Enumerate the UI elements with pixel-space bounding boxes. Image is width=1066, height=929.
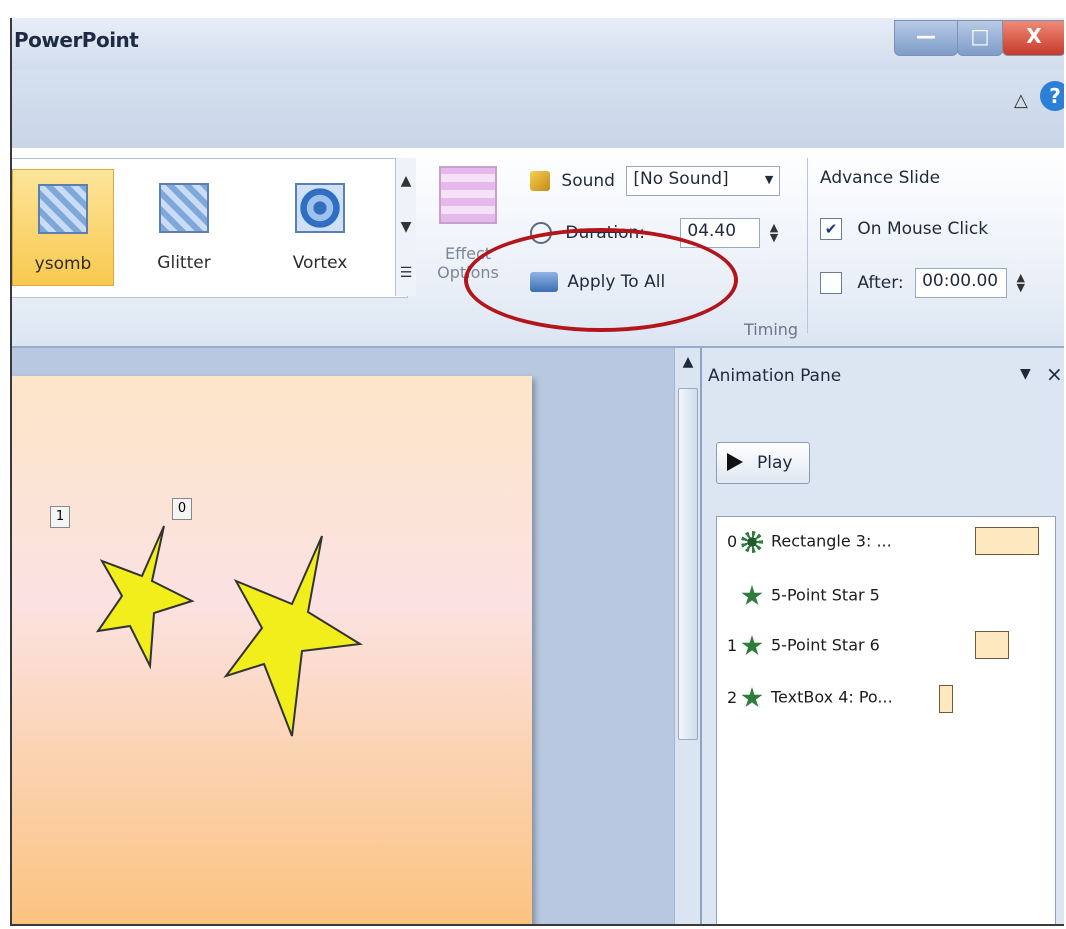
gallery-scroll: ▲ ▼ ☰ [395, 158, 416, 296]
chevron-down-icon: ▼ [764, 173, 774, 186]
on-mouse-click-row[interactable]: ✔ On Mouse Click [820, 218, 988, 240]
pane-close-icon[interactable]: × [1046, 362, 1063, 386]
minimize-icon: — [916, 24, 936, 48]
item-name: TextBox 4: Po... [771, 687, 893, 707]
play-label: Play [757, 453, 793, 473]
ribbon-tab-strip [12, 70, 1064, 148]
slide-shapes [95, 525, 363, 737]
gallery-up-icon[interactable]: ▲ [396, 158, 416, 204]
gallery-item-label: ysomb [34, 254, 92, 274]
sound-row: Sound [No Sound] ▼ [530, 166, 781, 196]
item-order: 0 [727, 531, 738, 551]
gallery-item-label: Glitter [157, 253, 211, 273]
powerpoint-window: PowerPoint — □ X △ ? ysomb Glitter Vorte… [10, 18, 1064, 926]
minimize-ribbon-icon[interactable]: △ [1014, 90, 1028, 111]
animation-pane: Animation Pane ▼ × Play 0 Rectangle 3: ..… [700, 348, 1064, 924]
sound-dropdown[interactable]: [No Sound] ▼ [626, 166, 781, 196]
item-name: 5-Point Star 5 [771, 585, 880, 605]
close-icon: X [1026, 24, 1042, 48]
timeline-bar[interactable] [975, 631, 1009, 659]
animation-list-item[interactable]: 1 5-Point Star 6 [727, 635, 880, 665]
help-icon[interactable]: ? [1040, 81, 1064, 111]
close-button[interactable]: X [1002, 20, 1064, 56]
animation-list-item[interactable]: 0 Rectangle 3: ... [727, 531, 892, 561]
honeycomb-transition-icon [38, 184, 88, 234]
large-star-shape[interactable] [223, 535, 363, 737]
after-spinner-icon[interactable]: ▲ ▼ [1016, 272, 1024, 293]
gallery-item-vortex[interactable]: Vortex [270, 169, 370, 284]
after-label: After: [857, 273, 904, 293]
animation-list-item[interactable]: 5-Point Star 5 [727, 585, 880, 615]
after-time-input[interactable]: 00:00.00 [915, 268, 1008, 298]
gallery-item-label: Vortex [292, 253, 348, 273]
timeline-bar[interactable] [975, 527, 1039, 555]
gallery-down-icon[interactable]: ▼ [396, 204, 416, 250]
maximize-button[interactable]: □ [957, 20, 1003, 56]
slide-scrollbar[interactable]: ▲ [674, 348, 701, 924]
minimize-button[interactable]: — [894, 20, 958, 56]
effect-options-icon [439, 166, 497, 224]
play-icon [727, 453, 743, 471]
timeline-bar[interactable] [939, 685, 953, 713]
sound-value: [No Sound] [633, 169, 729, 189]
slide-workspace: 1 0 [12, 348, 702, 924]
gallery-more-icon[interactable]: ☰ [396, 250, 416, 296]
app-title: PowerPoint [14, 28, 139, 52]
scroll-thumb[interactable] [678, 388, 698, 740]
timing-group-label: Timing [744, 320, 799, 339]
glitter-transition-icon [159, 183, 209, 233]
animation-list-item[interactable]: 2 TextBox 4: Po... [727, 687, 893, 717]
burst-effect-icon [741, 531, 763, 553]
duration-spinner-icon[interactable]: ▲ ▼ [770, 222, 778, 243]
gallery-item-honeycomb[interactable]: ysomb [12, 169, 114, 286]
animation-list: 0 Rectangle 3: ... 5-Point Star 5 1 5-Poin… [716, 516, 1056, 924]
title-bar: PowerPoint — □ X [12, 18, 1064, 70]
sound-label: Sound [561, 171, 615, 191]
scroll-up-icon[interactable]: ▲ [675, 354, 701, 370]
gallery-item-glitter[interactable]: Glitter [134, 169, 234, 284]
star-effect-icon [741, 635, 763, 656]
vortex-transition-icon [295, 183, 345, 233]
pane-menu-icon[interactable]: ▼ [1020, 366, 1031, 382]
star-effect-icon [741, 585, 763, 606]
slide-canvas[interactable]: 1 0 [12, 376, 532, 924]
small-star-shape[interactable] [95, 525, 195, 670]
transition-gallery: ysomb Glitter Vortex [12, 158, 408, 298]
on-mouse-click-label: On Mouse Click [857, 219, 989, 239]
item-name: 5-Point Star 6 [771, 635, 880, 655]
highlight-ellipse [464, 228, 738, 332]
animation-pane-title: Animation Pane [708, 366, 842, 386]
item-name: Rectangle 3: ... [771, 531, 892, 551]
maximize-icon: □ [970, 24, 990, 48]
after-row: After: 00:00.00 ▲ ▼ [820, 268, 1025, 298]
item-order: 2 [727, 687, 738, 707]
advance-slide-header: Advance Slide [820, 168, 941, 188]
item-order: 1 [727, 635, 738, 655]
sound-icon [530, 171, 550, 191]
play-button[interactable]: Play [716, 442, 810, 484]
star-effect-icon [741, 687, 763, 708]
after-checkbox[interactable] [820, 272, 842, 294]
group-separator [807, 158, 808, 333]
on-mouse-click-checkbox[interactable]: ✔ [820, 218, 842, 240]
